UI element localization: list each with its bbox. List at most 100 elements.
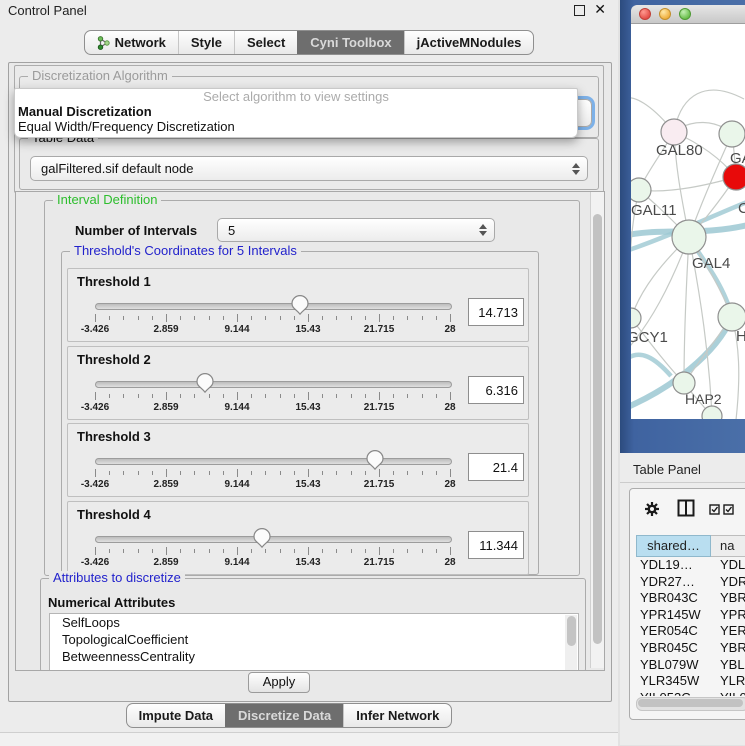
table-row[interactable]: YIL052CYIL0 <box>636 690 745 696</box>
threshold-box: Threshold 3 -3.4262.8599.14415.4321.7152… <box>67 423 529 497</box>
network-node-top-right-green[interactable] <box>719 121 745 147</box>
attribute-item[interactable]: SelfLoops <box>50 614 578 631</box>
slider-tick-labels: -3.4262.8599.14415.4321.71528 <box>95 479 450 491</box>
panel-scrollbar[interactable] <box>590 192 604 668</box>
slider-track[interactable] <box>95 458 452 465</box>
slider-thumb-icon[interactable] <box>291 295 309 315</box>
network-edge[interactable] <box>684 237 689 383</box>
gear-icon[interactable] <box>644 501 660 520</box>
algorithm-option[interactable]: Manual Discretization <box>15 104 577 119</box>
attributes-scrollbar-thumb[interactable] <box>567 616 576 646</box>
attribute-item[interactable]: TopologicalCoefficient <box>50 631 578 648</box>
slider-thumb-icon[interactable] <box>366 450 384 470</box>
tab-select[interactable]: Select <box>234 31 297 54</box>
table-data-group: Table Data galFiltered.sif default node <box>19 138 599 190</box>
slider-thumb-icon[interactable] <box>196 373 214 393</box>
threshold-slider[interactable]: -3.4262.8599.14415.4321.71528 <box>95 529 450 573</box>
tick-mark <box>194 549 195 553</box>
zoom-traffic-icon[interactable] <box>679 8 691 20</box>
threshold-slider[interactable]: -3.4262.8599.14415.4321.71528 <box>95 296 450 340</box>
tab-label: Impute Data <box>139 708 213 723</box>
close-icon[interactable]: ✕ <box>594 1 606 18</box>
table-cell: YDR27… <box>636 574 711 591</box>
table-horizontal-scrollbar[interactable] <box>636 697 745 711</box>
attribute-item[interactable]: BetweennessCentrality <box>50 648 578 665</box>
numerical-attributes-list[interactable]: SelfLoopsTopologicalCoefficientBetweenne… <box>49 613 579 671</box>
apply-button[interactable]: Apply <box>248 672 310 693</box>
tick-mark <box>138 549 139 553</box>
slider-thumb-icon[interactable] <box>253 528 271 548</box>
table-row[interactable]: YLR345WYLR3 <box>636 673 745 690</box>
network-node-right-mid-green[interactable] <box>718 303 745 331</box>
tab-impute-data[interactable]: Impute Data <box>127 704 225 727</box>
threshold-value-field[interactable]: 21.4 <box>468 453 524 481</box>
network-edge[interactable] <box>639 177 736 191</box>
algorithm-option[interactable]: Equal Width/Frequency Discretization <box>15 119 577 134</box>
float-window-icon[interactable] <box>574 5 585 16</box>
tick-mark <box>351 316 352 320</box>
threshold-slider[interactable]: -3.4262.8599.14415.4321.71528 <box>95 451 450 495</box>
tick-mark <box>95 314 96 322</box>
tab-network[interactable]: Network <box>85 31 178 54</box>
tick-mark <box>407 316 408 320</box>
tab-cyni-toolbox[interactable]: Cyni Toolbox <box>297 31 403 54</box>
tick-mark <box>166 392 167 400</box>
tick-mark <box>407 549 408 553</box>
table-row[interactable]: YDR27…YDR2 <box>636 574 745 591</box>
network-window-titlebar[interactable] <box>631 5 745 24</box>
tick-mark <box>336 471 337 475</box>
tab-style[interactable]: Style <box>178 31 234 54</box>
algorithm-prompt-option[interactable]: Select algorithm to view settings <box>15 89 577 104</box>
tick-mark <box>407 394 408 398</box>
network-canvas[interactable]: GAL80GACGAL11GAL4GCY1HHAP2 <box>631 24 745 419</box>
table-cell: YBL0 <box>711 657 745 674</box>
tab-infer-network[interactable]: Infer Network <box>343 704 451 727</box>
network-node-selected-red[interactable] <box>723 164 745 190</box>
close-traffic-icon[interactable] <box>639 8 651 20</box>
table-horizontal-scrollbar-thumb[interactable] <box>638 699 743 707</box>
table-body: YDL19…YDL1YDR27…YDR2YBR043CYBR0YPR145WYP… <box>636 557 745 696</box>
tab-discretize-data[interactable]: Discretize Data <box>225 704 343 727</box>
network-node-gcy1[interactable] <box>631 308 641 328</box>
threshold-value-field[interactable]: 14.713 <box>468 298 524 326</box>
tick-mark <box>393 316 394 320</box>
column-header-shared-name[interactable]: shared… <box>636 535 711 557</box>
number-of-intervals-combobox[interactable]: 5 <box>217 218 495 242</box>
threshold-slider[interactable]: -3.4262.8599.14415.4321.71528 <box>95 374 450 418</box>
checkbox-pair-icon[interactable] <box>709 503 735 518</box>
threshold-box: Threshold 2 -3.4262.8599.14415.4321.7152… <box>67 346 529 420</box>
network-edge[interactable] <box>631 318 684 383</box>
tick-mark <box>351 549 352 553</box>
split-columns-icon[interactable] <box>677 499 695 520</box>
table-header-row: shared… na <box>636 535 745 557</box>
table-row[interactable]: YDL19…YDL1 <box>636 557 745 574</box>
threshold-value-field[interactable]: 11.344 <box>468 531 524 559</box>
column-header-name[interactable]: na <box>711 535 745 557</box>
interval-definition-title: Interval Definition <box>53 193 161 207</box>
table-row[interactable]: YBL079WYBL0 <box>636 657 745 674</box>
table-data-combobox[interactable]: galFiltered.sif default node <box>30 156 588 181</box>
table-row[interactable]: YBR045CYBR0 <box>636 640 745 657</box>
minimize-traffic-icon[interactable] <box>659 8 671 20</box>
tick-mark <box>95 469 96 477</box>
slider-track[interactable] <box>95 381 452 388</box>
table-row[interactable]: YBR043CYBR0 <box>636 590 745 607</box>
table-row[interactable]: YER054CYER0 <box>636 623 745 640</box>
network-node-gal4[interactable] <box>672 220 706 254</box>
table-row[interactable]: YPR145WYPR1 <box>636 607 745 624</box>
tick-mark <box>209 316 210 320</box>
network-edge[interactable] <box>631 355 671 376</box>
tick-label: 15.43 <box>295 557 320 568</box>
tick-mark <box>138 316 139 320</box>
table-cell: YIL0 <box>711 690 745 696</box>
tick-label: 21.715 <box>364 324 395 335</box>
tick-label: -3.426 <box>81 557 109 568</box>
tab-jactivemnodules[interactable]: jActiveMNodules <box>404 31 534 54</box>
slider-track[interactable] <box>95 536 452 543</box>
slider-track[interactable] <box>95 303 452 310</box>
panel-scrollbar-thumb[interactable] <box>593 214 602 644</box>
network-node-label: C <box>738 200 745 217</box>
threshold-value-field[interactable]: 6.316 <box>468 376 524 404</box>
attributes-scrollbar[interactable] <box>565 615 577 671</box>
network-node-gal11[interactable] <box>631 178 651 202</box>
